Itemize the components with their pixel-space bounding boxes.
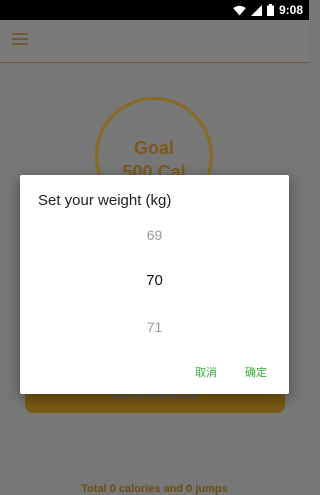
status-bar: 9:08 bbox=[0, 0, 309, 20]
picker-selected-value[interactable]: 70 bbox=[20, 272, 289, 289]
status-time: 9:08 bbox=[278, 3, 303, 17]
cancel-button[interactable]: 取消 bbox=[195, 364, 217, 380]
wifi-icon bbox=[233, 5, 246, 15]
totals-text: Total 0 calories and 0 jumps bbox=[81, 483, 228, 495]
app-bar bbox=[0, 20, 309, 63]
weight-number-picker[interactable]: 69 70 71 bbox=[20, 219, 289, 359]
picker-next-value[interactable]: 71 bbox=[20, 319, 289, 335]
battery-icon bbox=[266, 4, 274, 16]
weight-dialog: Set your weight (kg) 69 70 71 取消 确定 bbox=[20, 175, 289, 394]
dialog-title: Set your weight (kg) bbox=[38, 192, 172, 209]
status-icons: 9:08 bbox=[233, 2, 303, 18]
dialog-actions: 取消 确定 bbox=[195, 364, 267, 380]
signal-icon bbox=[250, 4, 262, 16]
picker-previous-value[interactable]: 69 bbox=[20, 227, 289, 243]
confirm-button[interactable]: 确定 bbox=[245, 364, 267, 380]
goal-label: Goal bbox=[133, 138, 174, 158]
menu-icon[interactable] bbox=[12, 33, 32, 49]
